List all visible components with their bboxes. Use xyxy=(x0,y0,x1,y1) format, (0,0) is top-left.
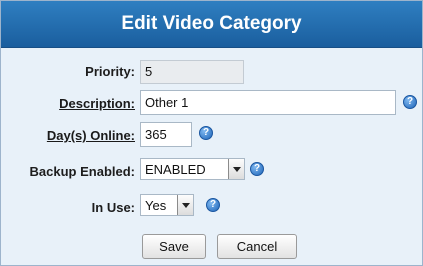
backup-enabled-value: ENABLED xyxy=(145,162,206,177)
backup-enabled-label: Backup Enabled: xyxy=(29,164,135,179)
backup-enabled-help-icon[interactable]: ? xyxy=(250,162,264,176)
days-online-help-icon[interactable]: ? xyxy=(199,126,213,140)
in-use-help-icon[interactable]: ? xyxy=(206,198,220,212)
backup-enabled-select[interactable]: ENABLED xyxy=(140,158,245,180)
cancel-button[interactable]: Cancel xyxy=(217,234,297,259)
chevron-down-icon[interactable] xyxy=(228,159,244,179)
priority-field: 5 xyxy=(140,60,244,84)
description-input[interactable]: Other 1 xyxy=(140,90,396,115)
chevron-down-icon[interactable] xyxy=(177,195,193,215)
edit-video-category-dialog: Edit Video Category Priority: 5 Descript… xyxy=(0,0,423,266)
in-use-select[interactable]: Yes xyxy=(140,194,194,216)
dialog-title: Edit Video Category xyxy=(1,1,422,48)
days-online-label[interactable]: Day(s) Online: xyxy=(47,128,135,143)
in-use-label: In Use: xyxy=(91,200,135,215)
priority-label: Priority: xyxy=(85,64,135,79)
in-use-value: Yes xyxy=(145,198,167,213)
description-label[interactable]: Description: xyxy=(59,96,135,111)
save-button[interactable]: Save xyxy=(142,234,206,259)
days-online-input[interactable]: 365 xyxy=(140,122,192,147)
description-help-icon[interactable]: ? xyxy=(403,95,417,109)
